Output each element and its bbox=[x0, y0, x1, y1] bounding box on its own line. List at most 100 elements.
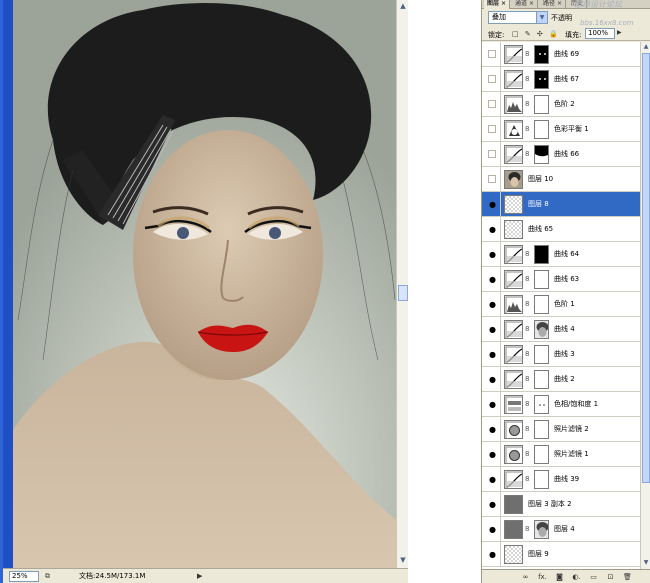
eye-visibility-icon[interactable]: ● bbox=[488, 300, 497, 309]
layer-name[interactable]: 曲线 2 bbox=[554, 375, 575, 384]
link-chain-icon[interactable]: 8 bbox=[525, 250, 529, 259]
visibility-toggle-empty[interactable] bbox=[488, 100, 496, 108]
layer-name[interactable]: 曲线 67 bbox=[554, 75, 579, 84]
lock-options-icons[interactable]: □ ✎ ✣ 🔒 bbox=[512, 30, 560, 38]
layer-row[interactable]: ● 8 曲线 3 bbox=[482, 342, 640, 367]
layer-name[interactable]: 色相/饱和度 1 bbox=[554, 400, 598, 409]
link-chain-icon[interactable]: 8 bbox=[525, 475, 529, 484]
layer-name[interactable]: 曲线 4 bbox=[554, 325, 575, 334]
trash-icon[interactable]: 🗑 bbox=[622, 572, 633, 582]
layer-row[interactable]: ● 8 图层 4 bbox=[482, 517, 640, 542]
layer-row[interactable]: ● 8 曲线 63 bbox=[482, 267, 640, 292]
link-chain-icon[interactable]: 8 bbox=[525, 350, 529, 359]
eye-visibility-icon[interactable]: ● bbox=[488, 375, 497, 384]
layer-row[interactable]: ● 图层 8 bbox=[482, 192, 640, 217]
link-chain-icon[interactable]: 8 bbox=[525, 300, 529, 309]
eye-visibility-icon[interactable]: ● bbox=[488, 550, 497, 559]
link-chain-icon[interactable]: 8 bbox=[525, 450, 529, 459]
layer-thumbnail[interactable] bbox=[504, 145, 523, 164]
layer-thumbnail[interactable] bbox=[504, 295, 523, 314]
scroll-down-arrow-icon[interactable]: ▼ bbox=[399, 556, 407, 564]
layer-mask-thumbnail[interactable] bbox=[534, 270, 549, 289]
zoom-level-field[interactable]: 25% bbox=[9, 571, 39, 582]
document-vertical-scrollbar[interactable]: ▲ ▼ bbox=[396, 0, 408, 568]
layer-name[interactable]: 曲线 63 bbox=[554, 275, 579, 284]
layer-row[interactable]: ● 8 照片滤镜 1 bbox=[482, 442, 640, 467]
layer-row[interactable]: 8 曲线 66 bbox=[482, 142, 640, 167]
layers-scrollbar[interactable]: ▲ ▼ bbox=[640, 42, 650, 569]
link-chain-icon[interactable]: 8 bbox=[525, 425, 529, 434]
layer-name[interactable]: 色彩平衡 1 bbox=[554, 125, 589, 134]
layer-thumbnail[interactable] bbox=[504, 445, 523, 464]
layer-row[interactable]: ● 8 曲线 39 bbox=[482, 467, 640, 492]
link-chain-icon[interactable]: 8 bbox=[525, 400, 529, 409]
fx-icon[interactable]: fx. bbox=[537, 572, 548, 582]
layer-thumbnail[interactable] bbox=[504, 245, 523, 264]
fill-slider-arrow-icon[interactable]: ▶ bbox=[617, 29, 625, 38]
layer-name[interactable]: 图层 9 bbox=[528, 550, 549, 559]
layer-row[interactable]: 图层 10 bbox=[482, 167, 640, 192]
layer-row[interactable]: 8 色阶 2 bbox=[482, 92, 640, 117]
layer-thumbnail[interactable] bbox=[504, 170, 523, 189]
visibility-toggle-empty[interactable] bbox=[488, 175, 496, 183]
new-layer-icon[interactable]: ⊡ bbox=[605, 572, 616, 582]
status-menu-arrow-icon[interactable]: ▶ bbox=[197, 572, 202, 580]
layer-name[interactable]: 图层 10 bbox=[528, 175, 553, 184]
eye-visibility-icon[interactable]: ● bbox=[488, 325, 497, 334]
navigator-icon[interactable]: ⧉ bbox=[45, 572, 55, 581]
eye-visibility-icon[interactable]: ● bbox=[488, 400, 497, 409]
layer-mask-thumbnail[interactable] bbox=[534, 95, 549, 114]
image-canvas[interactable] bbox=[13, 0, 396, 568]
eye-visibility-icon[interactable]: ● bbox=[488, 425, 497, 434]
eye-visibility-icon[interactable]: ● bbox=[488, 225, 497, 234]
tab-layers[interactable]: 图层 × bbox=[484, 0, 511, 9]
layer-row[interactable]: ● 图层 9 bbox=[482, 542, 640, 567]
visibility-toggle-empty[interactable] bbox=[488, 125, 496, 133]
layer-thumbnail[interactable] bbox=[504, 195, 523, 214]
layer-name[interactable]: 曲线 39 bbox=[554, 475, 579, 484]
add-mask-icon[interactable]: ◙ bbox=[554, 572, 565, 582]
link-chain-icon[interactable]: 8 bbox=[525, 75, 529, 84]
visibility-toggle-empty[interactable] bbox=[488, 50, 496, 58]
visibility-toggle-empty[interactable] bbox=[488, 150, 496, 158]
link-chain-icon[interactable]: 8 bbox=[525, 150, 529, 159]
layer-row[interactable]: ● 8 色阶 1 bbox=[482, 292, 640, 317]
link-chain-icon[interactable]: 8 bbox=[525, 325, 529, 334]
layer-name[interactable]: 图层 8 bbox=[528, 200, 549, 209]
layer-name[interactable]: 图层 4 bbox=[554, 525, 575, 534]
layer-row[interactable]: ● 8 照片滤镜 2 bbox=[482, 417, 640, 442]
layer-mask-thumbnail[interactable] bbox=[534, 120, 549, 139]
scroll-down-arrow-icon[interactable]: ▼ bbox=[642, 559, 650, 567]
eye-visibility-icon[interactable]: ● bbox=[488, 450, 497, 459]
layer-name[interactable]: 图层 3 副本 2 bbox=[528, 500, 572, 509]
layer-thumbnail[interactable] bbox=[504, 320, 523, 339]
layers-scrollbar-thumb[interactable] bbox=[642, 53, 650, 483]
layer-name[interactable]: 曲线 69 bbox=[554, 50, 579, 59]
layer-row[interactable]: ● 8 曲线 64 bbox=[482, 242, 640, 267]
layer-row[interactable]: ● 8 曲线 4 bbox=[482, 317, 640, 342]
layer-name[interactable]: 色阶 1 bbox=[554, 300, 575, 309]
layer-mask-thumbnail[interactable] bbox=[534, 320, 549, 339]
layer-mask-thumbnail[interactable] bbox=[534, 470, 549, 489]
eye-visibility-icon[interactable]: ● bbox=[488, 350, 497, 359]
layer-row[interactable]: ● 8 曲线 2 bbox=[482, 367, 640, 392]
layer-mask-thumbnail[interactable] bbox=[534, 395, 549, 414]
tab-channels[interactable]: 通道 × bbox=[512, 0, 539, 9]
link-chain-icon[interactable]: 8 bbox=[525, 375, 529, 384]
eye-visibility-icon[interactable]: ● bbox=[488, 475, 497, 484]
tab-paths[interactable]: 路径 × bbox=[540, 0, 567, 9]
layer-mask-thumbnail[interactable] bbox=[534, 295, 549, 314]
scrollbar-thumb[interactable] bbox=[398, 285, 408, 301]
link-chain-icon[interactable]: 8 bbox=[525, 525, 529, 534]
layer-thumbnail[interactable] bbox=[504, 120, 523, 139]
layer-name[interactable]: 曲线 66 bbox=[554, 150, 579, 159]
layer-thumbnail[interactable] bbox=[504, 495, 523, 514]
fill-field[interactable]: 100% bbox=[585, 28, 615, 39]
eye-visibility-icon[interactable]: ● bbox=[488, 250, 497, 259]
link-chain-icon[interactable]: 8 bbox=[525, 50, 529, 59]
layer-thumbnail[interactable] bbox=[504, 395, 523, 414]
close-icon[interactable]: × bbox=[529, 0, 534, 7]
layer-name[interactable]: 曲线 3 bbox=[554, 350, 575, 359]
layer-mask-thumbnail[interactable] bbox=[534, 45, 549, 64]
layer-name[interactable]: 照片滤镜 2 bbox=[554, 425, 589, 434]
